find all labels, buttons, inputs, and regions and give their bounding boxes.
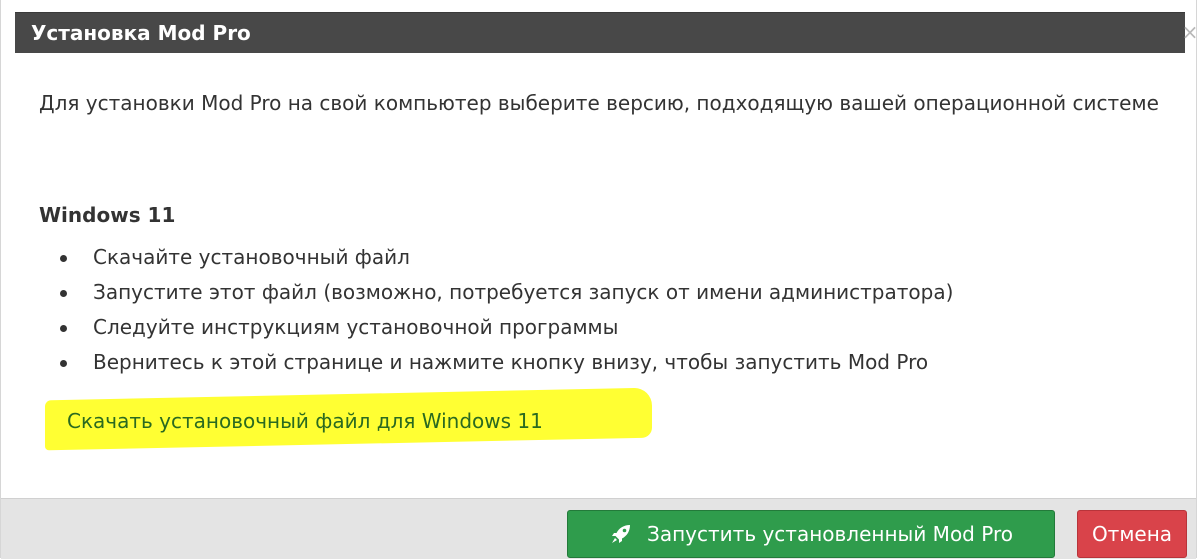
os-heading: Windows 11 [39, 203, 176, 227]
intro-text: Для установки Mod Pro на свой компьютер … [39, 91, 1159, 115]
close-button[interactable]: × [1177, 20, 1197, 46]
dialog-title: Установка Mod Pro [31, 21, 251, 45]
list-item: Следуйте инструкциям установочной програ… [57, 310, 953, 345]
dialog-titlebar: Установка Mod Pro [15, 12, 1185, 53]
download-installer-link[interactable]: Скачать установочный файл для Windows 11 [67, 409, 543, 433]
list-item: Скачайте установочный файл [57, 240, 953, 275]
list-item: Вернитесь к этой странице и нажмите кноп… [57, 345, 953, 380]
cancel-button[interactable]: Отмена [1077, 510, 1187, 558]
launch-installed-button[interactable]: Запустить установленный Mod Pro [567, 510, 1055, 558]
cancel-button-label: Отмена [1091, 522, 1173, 546]
dialog-content: Для установки Mod Pro на свой компьютер … [39, 85, 1159, 374]
launch-button-label: Запустить установленный Mod Pro [647, 522, 1013, 546]
dialog-footer: Запустить установленный Mod Pro Отмена [1, 498, 1196, 559]
install-dialog: Установка Mod Pro × Для установки Mod Pr… [0, 0, 1197, 559]
list-item: Запустите этот файл (возможно, потребует… [57, 275, 953, 310]
rocket-icon [612, 525, 631, 543]
install-steps-list: Скачайте установочный файл Запустите это… [57, 240, 953, 380]
